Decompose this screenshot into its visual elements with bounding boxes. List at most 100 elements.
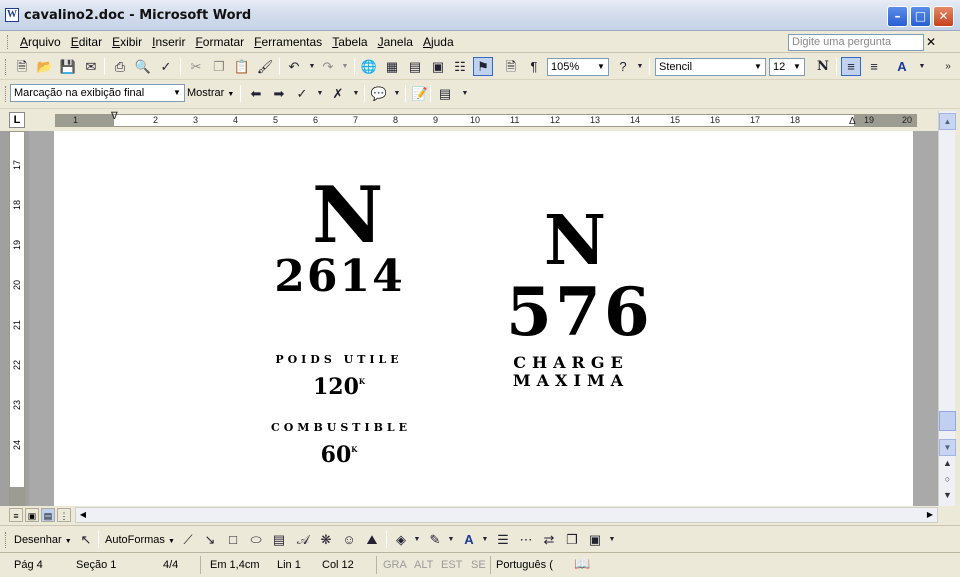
scroll-down-icon[interactable]: ▼ — [939, 439, 956, 456]
normal-view-icon[interactable]: ≡ — [9, 508, 23, 522]
show-hide-pilcrow-icon[interactable]: ¶ — [524, 57, 544, 76]
menu-exibir[interactable]: Exibir — [110, 35, 150, 49]
save-icon[interactable]: 💾 — [58, 57, 78, 76]
rectangle-icon[interactable]: □ — [223, 530, 243, 549]
spelling-status-icon[interactable]: 📖 — [574, 556, 590, 572]
menu-janela[interactable]: Janela — [376, 35, 421, 49]
vertical-scroll-thumb[interactable] — [939, 411, 956, 431]
arrow-icon[interactable]: ↘ — [200, 530, 220, 549]
maximize-button[interactable]: □ — [910, 6, 931, 27]
hyperlink-icon[interactable]: 🌐 — [359, 57, 379, 76]
text-box-icon[interactable]: ▤ — [269, 530, 289, 549]
font-size-select[interactable]: 12 ▼ — [769, 58, 805, 76]
word-document-icon[interactable]: W — [5, 8, 19, 22]
wordart-icon[interactable]: 𝒜 — [293, 530, 313, 549]
next-change-icon[interactable]: ➡ — [269, 84, 289, 103]
fill-color-dropdown-icon[interactable]: ▼ — [407, 530, 427, 549]
scroll-right-icon[interactable]: ▶ — [923, 508, 937, 522]
previous-change-icon[interactable]: ⬅ — [246, 84, 266, 103]
drawing-toggle-icon[interactable]: ⚑ — [473, 57, 493, 76]
chevron-down-icon[interactable]: ▼ — [791, 60, 803, 74]
show-menu-button[interactable]: Mostrar ▼ — [187, 87, 234, 99]
menu-inserir[interactable]: Inserir — [150, 35, 193, 49]
select-objects-icon[interactable]: ↖ — [76, 530, 96, 549]
status-language[interactable]: Português ( — [496, 559, 553, 571]
web-layout-icon[interactable]: ▣ — [25, 508, 39, 522]
font-color-icon[interactable]: A — [892, 57, 912, 76]
right-indent-marker[interactable]: Δ — [849, 116, 856, 127]
autoshapes-menu-button[interactable]: AutoFormas ▼ — [105, 534, 175, 546]
vertical-ruler[interactable]: 17 18 19 20 21 22 23 24 — [9, 131, 25, 506]
document-page[interactable]: N 2614 POIDS UTILE 120K COMBUSTIBLE 60K … — [54, 131, 913, 506]
toolbar-grip[interactable] — [5, 532, 8, 548]
insert-excel-icon[interactable]: ▣ — [428, 57, 448, 76]
spelling-icon[interactable]: ✓ — [156, 57, 176, 76]
next-page-icon[interactable]: ▼ — [939, 490, 956, 505]
menu-editar[interactable]: Editar — [69, 35, 110, 49]
print-preview-icon[interactable]: 🔍 — [133, 57, 153, 76]
shadow-style-icon[interactable]: ❐ — [562, 530, 582, 549]
tab-selector[interactable]: L — [9, 112, 25, 128]
draw-menu-button[interactable]: Desenhar ▼ — [14, 534, 72, 546]
display-for-review-select[interactable]: Marcação na exibição final ▼ — [10, 84, 185, 102]
options-dropdown-icon[interactable]: ▼ — [630, 57, 650, 76]
insert-picture-icon[interactable]: ⛰ — [362, 530, 382, 549]
oval-icon[interactable]: ⬭ — [246, 530, 266, 549]
reject-dropdown-icon[interactable]: ▼ — [346, 84, 366, 103]
bold-n-icon[interactable]: N — [813, 57, 833, 76]
help-question-input[interactable]: Digite uma pergunta — [788, 34, 924, 51]
reviewing-pane-icon[interactable]: ▤ — [435, 84, 455, 103]
horizontal-scrollbar[interactable]: ◀ ▶ — [75, 507, 938, 523]
arrow-style-icon[interactable]: ⇄ — [539, 530, 559, 549]
cut-icon[interactable]: ✂ — [186, 57, 206, 76]
minimize-button[interactable]: – — [887, 6, 908, 27]
paste-icon[interactable]: 📋 — [232, 57, 252, 76]
chevron-down-icon[interactable]: ▼ — [171, 86, 183, 100]
menu-tabela[interactable]: Tabela — [330, 35, 375, 49]
insert-table-icon[interactable]: ▤ — [405, 57, 425, 76]
accept-change-icon[interactable]: ✓ — [292, 84, 312, 103]
undo-icon[interactable]: ↶ — [284, 57, 304, 76]
redo-dropdown-icon[interactable]: ▼ — [335, 57, 355, 76]
scroll-left-icon[interactable]: ◀ — [76, 508, 90, 522]
menu-grip[interactable] — [7, 35, 10, 49]
vertical-scrollbar[interactable]: ▲ ▼ ▲ ○ ▼ — [938, 111, 956, 506]
justify-icon[interactable]: ≡ — [864, 57, 884, 76]
menu-arquivo[interactable]: Arquivo — [18, 35, 69, 49]
insert-comment-icon[interactable]: 💬 — [369, 84, 389, 103]
dash-style-icon[interactable]: ⋯ — [516, 530, 536, 549]
outline-view-icon[interactable]: ⋮ — [57, 508, 71, 522]
status-record-macro[interactable]: GRA — [383, 559, 407, 571]
diagram-icon[interactable]: ❋ — [316, 530, 336, 549]
chevron-down-icon[interactable]: ▼ — [752, 60, 764, 74]
previous-page-icon[interactable]: ▲ — [939, 458, 956, 473]
align-left-icon[interactable]: ≡ — [841, 57, 861, 76]
chevron-down-icon[interactable]: ▼ — [595, 60, 607, 74]
toolbar-options-icon[interactable]: ▼ — [602, 530, 622, 549]
accept-dropdown-icon[interactable]: ▼ — [310, 84, 330, 103]
track-changes-icon[interactable]: 📝 — [410, 84, 430, 103]
open-folder-icon[interactable]: 📂 — [35, 57, 55, 76]
scroll-up-icon[interactable]: ▲ — [939, 113, 956, 130]
copy-icon[interactable]: ❐ — [209, 57, 229, 76]
menu-ajuda[interactable]: Ajuda — [421, 35, 462, 49]
horizontal-ruler[interactable]: 1 2 3 4 5 6 7 8 9 10 11 12 13 14 15 16 1… — [55, 111, 917, 127]
menu-formatar[interactable]: Formatar — [193, 35, 252, 49]
comment-dropdown-icon[interactable]: ▼ — [387, 84, 407, 103]
print-layout-icon[interactable]: ▤ — [41, 508, 55, 522]
print-icon[interactable]: ⎙ — [110, 57, 130, 76]
first-line-indent-marker[interactable]: ∇ — [111, 111, 118, 122]
new-document-icon[interactable]: 🗎 — [12, 57, 32, 76]
zoom-select[interactable]: 105% ▼ — [547, 58, 609, 76]
line-color-dropdown-icon[interactable]: ▼ — [441, 530, 461, 549]
format-painter-icon[interactable]: 🖌 — [255, 57, 275, 76]
font-name-select[interactable]: Stencil ▼ — [655, 58, 766, 76]
toolbar-options-icon[interactable]: » — [938, 57, 958, 76]
line-style-icon[interactable]: ☰ — [493, 530, 513, 549]
document-close-icon[interactable]: ✕ — [926, 35, 936, 49]
font-color-dropdown-icon[interactable]: ▼ — [475, 530, 495, 549]
document-map-icon[interactable]: 🗎 — [501, 57, 521, 76]
line-icon[interactable]: ⟋ — [178, 530, 198, 549]
toolbar-grip[interactable] — [5, 86, 8, 102]
menu-ferramentas[interactable]: Ferramentas — [252, 35, 330, 49]
